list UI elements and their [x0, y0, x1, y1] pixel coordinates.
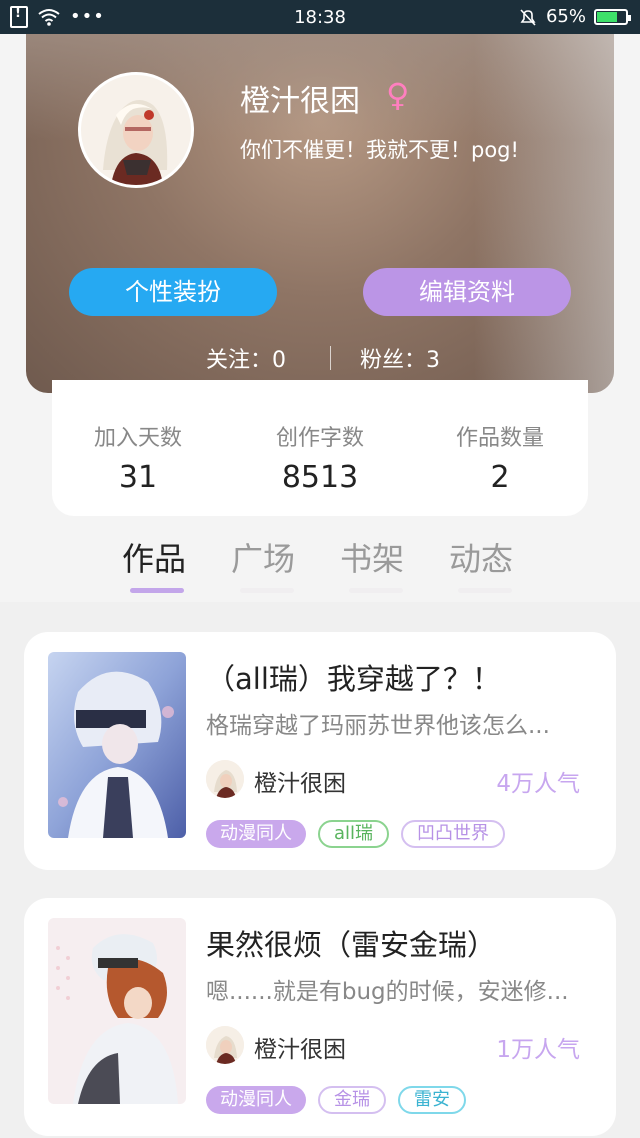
work-cover-image[interactable] [48, 652, 186, 838]
tab-activity[interactable]: 动态 [449, 534, 513, 580]
tab-indicator [458, 588, 512, 593]
tab-indicator-works [130, 588, 184, 593]
work-card[interactable]: （all瑞）我穿越了？！ 格瑞穿越了玛丽苏世界他该怎么... 橙汁很困 4万人气… [24, 632, 616, 870]
profile-header: 橙汁很困 ♀ 你们不催更！我就不更！pog! 个性装扮 编辑资料 关注：0 粉丝… [26, 0, 614, 393]
profile-signature: 你们不催更！我就不更！pog! [240, 138, 519, 162]
stat-join-days: 加入天数 31 [58, 420, 218, 495]
divider [330, 346, 331, 370]
stat-label: 加入天数 [93, 426, 182, 451]
author-avatar [206, 1026, 244, 1064]
stat-value: 8513 [281, 460, 359, 495]
battery-icon [594, 8, 631, 25]
stat-label: 创作字数 [275, 426, 364, 451]
stats-card: 加入天数 31 创作字数 8513 作品数量 2 [52, 380, 588, 516]
work-author: 橙汁很困 [254, 1037, 346, 1063]
work-title: 果然很烦（雷安金瑞） [206, 928, 497, 962]
work-description: 嗯......就是有bug的时候，安迷修... [206, 979, 569, 1005]
stat-label: 作品数量 [455, 426, 544, 451]
work-popularity: 1万人气 [496, 1037, 580, 1063]
stat-value: 2 [490, 460, 510, 495]
work-title: （all瑞）我穿越了？！ [206, 662, 501, 696]
tag[interactable]: all瑞 [318, 820, 390, 848]
battery-percent: 65% [545, 6, 586, 27]
stat-word-count: 创作字数 8513 [240, 420, 400, 495]
work-card[interactable]: 果然很烦（雷安金瑞） 嗯......就是有bug的时候，安迷修... 橙汁很困 … [24, 898, 616, 1136]
mute-bell-icon [520, 8, 536, 26]
tab-works[interactable]: 作品 [122, 534, 186, 580]
tab-bookshelf[interactable]: 书架 [340, 534, 404, 580]
edit-profile-button[interactable]: 编辑资料 [363, 268, 571, 316]
female-gender-icon: ♀ [386, 76, 410, 114]
tab-indicator [349, 588, 403, 593]
work-author: 橙汁很困 [254, 771, 346, 797]
profile-tabs: 作品 广场 书架 动态 [0, 530, 640, 602]
tab-square[interactable]: 广场 [231, 534, 295, 580]
username: 橙汁很困 [240, 84, 360, 119]
stat-value: 31 [118, 460, 158, 495]
work-popularity: 4万人气 [496, 771, 580, 797]
work-description: 格瑞穿越了玛丽苏世界他该怎么... [206, 713, 550, 739]
tag[interactable]: 雷安 [398, 1086, 466, 1114]
work-tags: 动漫同人 金瑞 雷安 [206, 1086, 466, 1114]
tag[interactable]: 凹凸世界 [401, 820, 506, 848]
work-cover-image[interactable] [48, 918, 186, 1104]
tab-indicator [240, 588, 294, 593]
profile-avatar[interactable] [78, 72, 194, 188]
tag[interactable]: 动漫同人 [206, 1086, 306, 1114]
tag[interactable]: 动漫同人 [206, 820, 306, 848]
author-avatar [206, 760, 244, 798]
fans-count[interactable]: 粉丝：3 [360, 342, 440, 374]
avatar-illustration [81, 75, 191, 185]
work-tags: 动漫同人 all瑞 凹凸世界 [206, 820, 506, 848]
stat-works-count: 作品数量 2 [420, 420, 580, 495]
tag[interactable]: 金瑞 [318, 1086, 386, 1114]
following-count[interactable]: 关注：0 [206, 342, 286, 374]
status-bar: ••• 18:38 65% [0, 0, 640, 34]
dress-up-button[interactable]: 个性装扮 [69, 268, 277, 316]
